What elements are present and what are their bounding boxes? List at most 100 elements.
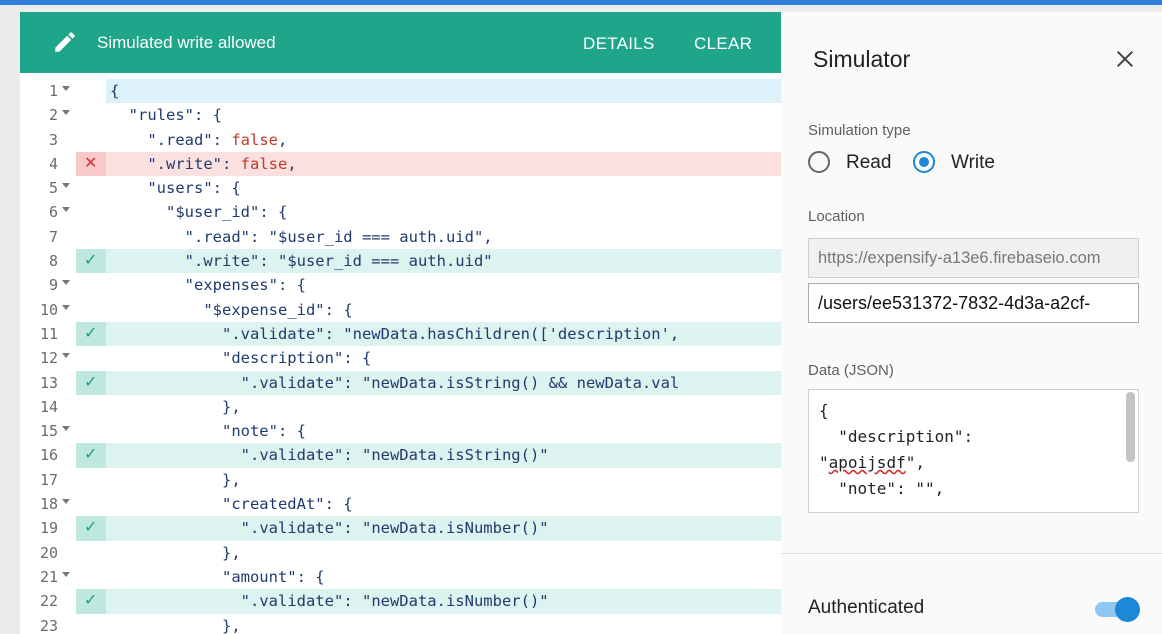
code-line[interactable]: ✓ 16 ".validate": "newData.isString()" xyxy=(20,443,781,468)
line-text: }, xyxy=(110,543,241,562)
code-line[interactable]: ✕ 4 ".write": false, xyxy=(20,151,781,177)
code-line[interactable]: 1{ xyxy=(20,79,781,104)
code-line[interactable]: ✓ 11 ".validate": "newData.hasChildren(['… xyxy=(20,321,781,347)
line-text: "rules": { xyxy=(128,106,222,125)
toggle-knob xyxy=(1115,597,1140,622)
line-number: 9 xyxy=(48,276,58,295)
fold-arrow-icon[interactable] xyxy=(62,183,70,189)
code-line[interactable]: 10 "$expense_id": { xyxy=(20,298,781,322)
line-text: ".validate": "newData.isString()" xyxy=(240,446,549,465)
code-line[interactable]: 18 "createdAt": { xyxy=(20,492,781,516)
gutter-marker xyxy=(76,614,106,634)
simulation-result-banner: Simulated write allowed DETAILS CLEAR xyxy=(20,12,781,73)
data-json-editor[interactable]: { "description": "apoijsdf", "note": "", xyxy=(808,389,1139,513)
code-line[interactable]: 20 }, xyxy=(20,541,781,565)
line-number: 14 xyxy=(39,397,58,416)
gutter-marker xyxy=(76,468,106,492)
fold-arrow-icon[interactable] xyxy=(62,207,70,213)
code-line[interactable]: 14 }, xyxy=(20,395,781,419)
code-line[interactable]: 7 ".read": "$user_id === auth.uid", xyxy=(20,225,781,249)
location-label: Location xyxy=(808,208,865,225)
code-line[interactable]: ✓ 13 ".validate": "newData.isString() && … xyxy=(20,370,781,395)
line-number: 7 xyxy=(48,227,58,246)
details-button[interactable]: DETAILS xyxy=(583,34,655,54)
gutter-marker xyxy=(76,492,106,516)
code-line[interactable]: 5 "users": { xyxy=(20,176,781,200)
write-radio[interactable] xyxy=(913,151,935,173)
fold-arrow-icon[interactable] xyxy=(62,499,70,505)
write-radio-label[interactable]: Write xyxy=(951,152,995,174)
divider xyxy=(781,553,1162,554)
code-line[interactable]: 2 "rules": { xyxy=(20,103,781,127)
line-text: "$expense_id": { xyxy=(203,300,353,319)
code-line[interactable]: ✓ 8 ".write": "$user_id === auth.uid" xyxy=(20,249,781,274)
error-icon: ✕ xyxy=(84,154,98,172)
rules-editor[interactable]: Simulated write allowed DETAILS CLEAR 1{… xyxy=(20,12,781,634)
fold-arrow-icon[interactable] xyxy=(62,110,70,116)
gutter-marker xyxy=(76,103,106,127)
data-json-label: Data (JSON) xyxy=(808,362,894,379)
line-number: 21 xyxy=(39,567,58,586)
code-line[interactable]: ✓ 22 ".validate": "newData.isNumber()" xyxy=(20,589,781,614)
gutter-marker xyxy=(76,419,106,443)
fold-arrow-icon[interactable] xyxy=(62,571,70,577)
clear-button[interactable]: CLEAR xyxy=(694,34,752,54)
gutter-marker: ✓ xyxy=(76,370,106,395)
json-scrollbar[interactable] xyxy=(1126,392,1135,462)
line-highlight xyxy=(106,79,781,104)
code-line[interactable]: 9 "expenses": { xyxy=(20,273,781,297)
line-text: }, xyxy=(110,470,241,489)
code-line[interactable]: 17 }, xyxy=(20,468,781,492)
line-number: 11 xyxy=(39,324,58,343)
json-line: { xyxy=(819,401,829,420)
check-icon: ✓ xyxy=(84,373,98,391)
line-number: 2 xyxy=(48,106,58,125)
line-number: 5 xyxy=(48,179,58,198)
gutter-marker xyxy=(76,395,106,419)
fold-arrow-icon[interactable] xyxy=(62,280,70,286)
json-content[interactable]: { "description": "apoijsdf", "note": "", xyxy=(809,390,1138,502)
line-text: ".write": "$user_id === auth.uid" xyxy=(184,252,493,271)
code-lines[interactable]: 1{2 "rules": {3 ".read": false, ✕ 4 ".writ… xyxy=(20,79,781,634)
code-line[interactable]: 21 "amount": { xyxy=(20,565,781,589)
line-number: 16 xyxy=(39,446,58,465)
line-text: { xyxy=(110,82,120,100)
close-icon[interactable] xyxy=(1114,48,1136,70)
json-line: "description": xyxy=(819,427,974,446)
line-number: 22 xyxy=(39,592,58,611)
left-margin xyxy=(0,5,20,634)
fold-arrow-icon[interactable] xyxy=(62,353,70,359)
line-text: "$user_id": { xyxy=(166,203,288,222)
line-text: ".read": "$user_id === auth.uid", xyxy=(184,227,493,246)
code-line[interactable]: 12 "description": { xyxy=(20,346,781,370)
pencil-icon xyxy=(55,32,75,52)
code-line[interactable]: ✓ 19 ".validate": "newData.isNumber()" xyxy=(20,516,781,541)
gutter-marker: ✓ xyxy=(76,249,106,274)
location-path-input[interactable]: /users/ee531372-7832-4d3a-a2cf- xyxy=(808,283,1139,323)
authenticated-toggle[interactable] xyxy=(1095,597,1140,622)
code-line[interactable]: 6 "$user_id": { xyxy=(20,200,781,224)
simulator-panel: Simulator Simulation type Read Write Loc… xyxy=(781,12,1162,634)
authenticated-label: Authenticated xyxy=(808,597,925,618)
code-line[interactable]: 23 }, xyxy=(20,614,781,634)
line-number: 20 xyxy=(39,543,58,562)
fold-arrow-icon[interactable] xyxy=(62,426,70,432)
line-text: }, xyxy=(110,616,241,634)
read-radio[interactable] xyxy=(808,151,830,173)
line-text: "amount": { xyxy=(221,567,325,586)
fold-arrow-icon[interactable] xyxy=(62,304,70,310)
read-radio-label[interactable]: Read xyxy=(846,152,891,174)
gutter-marker xyxy=(76,298,106,322)
code-line[interactable]: 15 "note": { xyxy=(20,419,781,443)
simulation-type-label: Simulation type xyxy=(808,122,911,139)
json-line: "apoijsdf", xyxy=(819,453,925,472)
simulator-title: Simulator xyxy=(813,46,911,72)
line-number: 10 xyxy=(39,300,58,319)
line-number: 4 xyxy=(48,154,58,173)
check-icon: ✓ xyxy=(84,324,98,342)
gutter-marker: ✓ xyxy=(76,589,106,614)
banner-message: Simulated write allowed xyxy=(97,33,276,52)
line-number: 1 xyxy=(48,82,58,100)
fold-arrow-icon[interactable] xyxy=(62,86,70,91)
code-line[interactable]: 3 ".read": false, xyxy=(20,128,781,152)
